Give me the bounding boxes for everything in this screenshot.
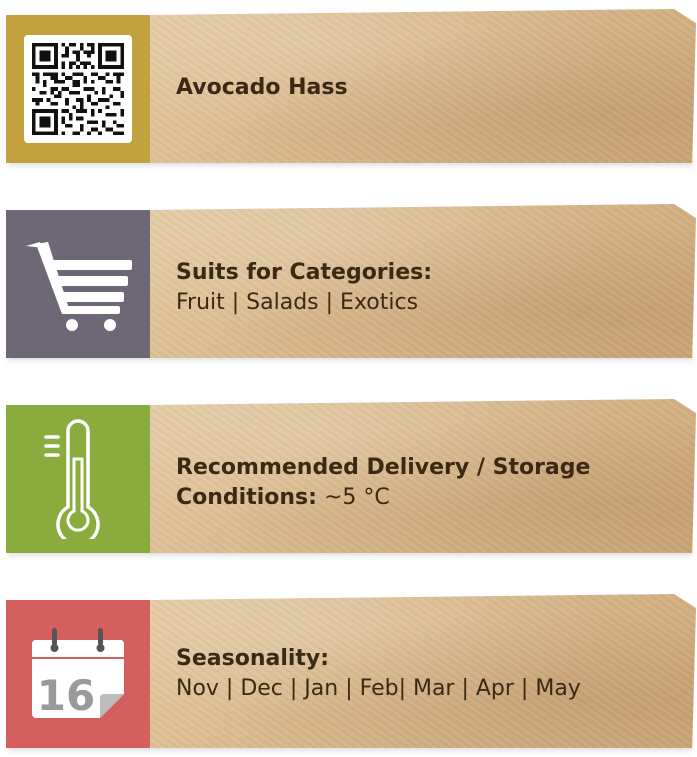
seasonality-months: Nov | Dec | Jan | Feb| Mar | Apr | May [176, 676, 581, 701]
categories-heading: Suits for Categories: [176, 260, 433, 285]
storage-icon-block [6, 405, 150, 553]
qr-code-icon [24, 35, 132, 143]
seasonality-heading: Seasonality: [176, 646, 330, 671]
categories-icon-block [6, 210, 150, 358]
calendar-day: 16 [37, 671, 95, 720]
seasonality-card: 16 Seasonality: Nov | Dec | Jan | Feb| M… [6, 594, 696, 754]
shopping-cart-icon [26, 242, 132, 331]
product-text: Avocado Hass [176, 73, 660, 103]
storage-heading-line1: Recommended Delivery / Storage [176, 455, 591, 480]
categories-card: Suits for Categories: Fruit | Salads | E… [6, 204, 696, 364]
categories-list: Fruit | Salads | Exotics [176, 290, 419, 315]
product-card: Avocado Hass [6, 9, 696, 169]
categories-text: Suits for Categories: Fruit | Salads | E… [176, 258, 660, 318]
seasonality-text: Seasonality: Nov | Dec | Jan | Feb| Mar … [176, 644, 660, 704]
calendar-icon: 16 [32, 628, 124, 720]
storage-card: Recommended Delivery / Storage Condition… [6, 399, 696, 559]
thermometer-icon [44, 419, 100, 539]
product-name: Avocado Hass [176, 75, 348, 100]
storage-text: Recommended Delivery / Storage Condition… [176, 453, 660, 513]
storage-value: ~5 °C [323, 485, 390, 510]
product-icon-block [6, 15, 150, 163]
storage-heading-line2: Conditions: [176, 485, 317, 510]
seasonality-icon-block: 16 [6, 600, 150, 748]
